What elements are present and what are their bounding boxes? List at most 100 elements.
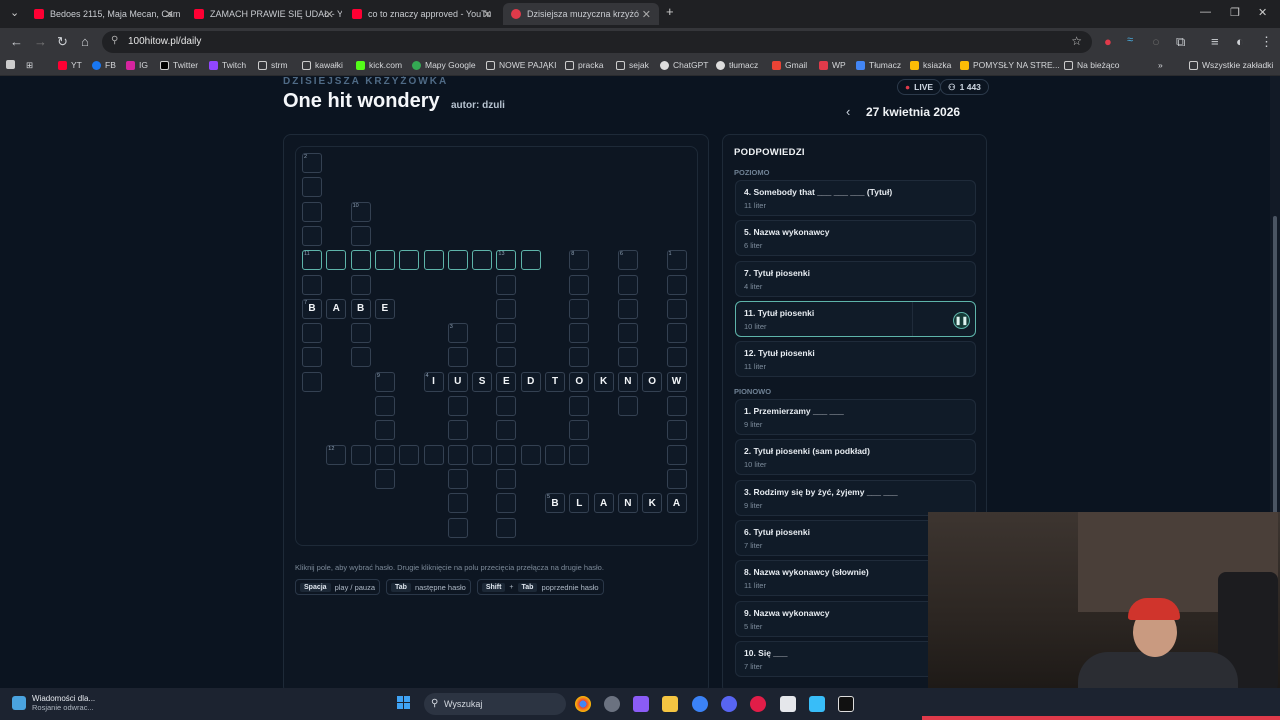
grid-cell[interactable] (399, 250, 420, 271)
grid-cell[interactable]: 8 (569, 250, 590, 271)
grid-cell[interactable] (350, 250, 371, 271)
grid-cell[interactable]: E (374, 298, 395, 319)
bookmark-ig[interactable]: IG (126, 60, 148, 70)
grid-cell[interactable]: S (472, 371, 493, 392)
grid-cell[interactable] (617, 274, 638, 295)
grid-cell[interactable] (617, 298, 638, 319)
grid-cell[interactable] (569, 323, 590, 344)
grid-cell[interactable] (447, 444, 468, 465)
grid-cell[interactable] (374, 420, 395, 441)
grid-cell[interactable]: 3 (447, 323, 468, 344)
grid-cell[interactable] (302, 274, 322, 295)
close-icon[interactable]: ✕ (165, 8, 174, 21)
chrome-icon[interactable] (575, 696, 591, 712)
tab-3[interactable]: co to znaczy approved - YouTu ✕ (344, 3, 500, 25)
media-controls-icon[interactable]: ≡ (1211, 34, 1219, 49)
grid-cell[interactable]: W (666, 371, 687, 392)
grid-cell[interactable] (569, 396, 590, 416)
grid-cell[interactable] (374, 250, 395, 271)
grid-cell[interactable] (447, 250, 468, 271)
grid-cell[interactable] (302, 177, 322, 198)
grid-cell[interactable]: A (666, 493, 687, 514)
grid-cell[interactable] (350, 225, 371, 246)
grid-cell[interactable] (617, 396, 638, 416)
grid-cell[interactable]: O (569, 371, 590, 392)
grid-cell[interactable]: 5B (545, 493, 565, 514)
grid-cell[interactable]: D (520, 371, 541, 392)
grid-cell[interactable]: K (642, 493, 663, 514)
grid-cell[interactable] (666, 347, 687, 368)
new-tab-icon[interactable]: + (666, 4, 674, 19)
grid-icon[interactable]: ⊞ (26, 60, 33, 71)
bookmark-sejak[interactable]: sejak (616, 60, 649, 70)
grid-cell[interactable]: 9 (374, 371, 395, 392)
grid-cell[interactable] (569, 298, 590, 319)
app-icon-3[interactable] (633, 696, 649, 712)
bookmark-pracka[interactable]: pracka (565, 60, 604, 70)
grid-cell[interactable] (496, 396, 517, 416)
grid-cell[interactable]: 10 (350, 201, 371, 222)
extension-icon-2[interactable]: ○ (1152, 34, 1160, 49)
grid-cell[interactable] (326, 250, 347, 271)
grid-cell[interactable] (472, 444, 493, 465)
app-icon-8[interactable] (780, 696, 796, 712)
grid-cell[interactable] (374, 396, 395, 416)
grid-cell[interactable]: 7B (302, 298, 322, 319)
prev-date-icon[interactable]: ‹ (846, 104, 850, 119)
grid-cell[interactable] (496, 468, 517, 489)
app-icon-2[interactable] (604, 696, 620, 712)
grid-cell[interactable] (569, 420, 590, 441)
file-explorer-icon[interactable] (662, 696, 678, 712)
bookmark-maps[interactable]: Mapy Google (412, 60, 476, 70)
grid-cell[interactable]: 13 (496, 250, 517, 271)
clue-across-item[interactable]: 11. Tytuł piosenki 10 liter ❚❚ (735, 300, 976, 337)
close-icon[interactable]: ✕ (483, 8, 492, 21)
grid-cell[interactable] (666, 323, 687, 344)
grid-cell[interactable] (302, 323, 322, 344)
grid-cell[interactable] (350, 444, 371, 465)
extension-record-icon[interactable]: ● (1104, 34, 1112, 49)
extensions-puzzle-icon[interactable]: ⧉ (1176, 34, 1185, 50)
bookmark-kawalki[interactable]: kawałki (302, 60, 343, 70)
grid-cell[interactable] (472, 250, 493, 271)
grid-cell[interactable] (302, 371, 322, 392)
grid-cell[interactable]: 6 (617, 250, 638, 271)
close-icon[interactable]: ✕ (325, 8, 334, 21)
grid-cell[interactable] (399, 444, 420, 465)
grid-cell[interactable] (447, 493, 468, 514)
grid-cell[interactable] (569, 444, 590, 465)
grid-cell[interactable] (617, 347, 638, 368)
grid-cell[interactable]: O (642, 371, 663, 392)
grid-cell[interactable] (350, 323, 371, 344)
taskbar-search[interactable]: ⚲ Wyszukaj (424, 693, 566, 715)
scrollbar-thumb[interactable] (1273, 216, 1277, 516)
grid-cell[interactable] (496, 323, 517, 344)
grid-cell[interactable] (617, 323, 638, 344)
grid-cell[interactable] (423, 444, 444, 465)
minimize-icon[interactable]: — (1200, 6, 1211, 18)
app-icon-5[interactable] (692, 696, 708, 712)
grid-cell[interactable]: U (447, 371, 468, 392)
back-icon[interactable]: ← (10, 34, 23, 49)
capcut-icon[interactable] (838, 696, 854, 712)
forward-icon[interactable]: → (34, 34, 47, 49)
grid-cell[interactable] (496, 274, 517, 295)
clue-across-item[interactable]: 12. Tytuł piosenki 11 liter (735, 341, 976, 378)
bookmark-fb[interactable]: FB (92, 60, 116, 70)
grid-cell[interactable] (496, 420, 517, 441)
extension-icon[interactable]: ≈ (1127, 34, 1133, 46)
grid-cell[interactable]: K (593, 371, 614, 392)
site-info-icon[interactable]: ⚲ (111, 35, 118, 46)
grid-cell[interactable] (423, 250, 444, 271)
bookmark-twitter[interactable]: Twitter (160, 60, 198, 70)
grid-cell[interactable] (350, 347, 371, 368)
maximize-icon[interactable]: ❐ (1230, 6, 1240, 19)
apps-icon[interactable] (6, 60, 19, 69)
grid-cell[interactable] (447, 420, 468, 441)
all-bookmarks[interactable]: Wszystkie zakładki (1189, 60, 1273, 70)
discord-icon[interactable] (721, 696, 737, 712)
chevron-right-icon[interactable]: » (1158, 60, 1163, 70)
grid-cell[interactable] (520, 250, 541, 271)
grid-cell[interactable] (302, 347, 322, 368)
bookmark-kick[interactable]: kick.com (356, 60, 402, 70)
